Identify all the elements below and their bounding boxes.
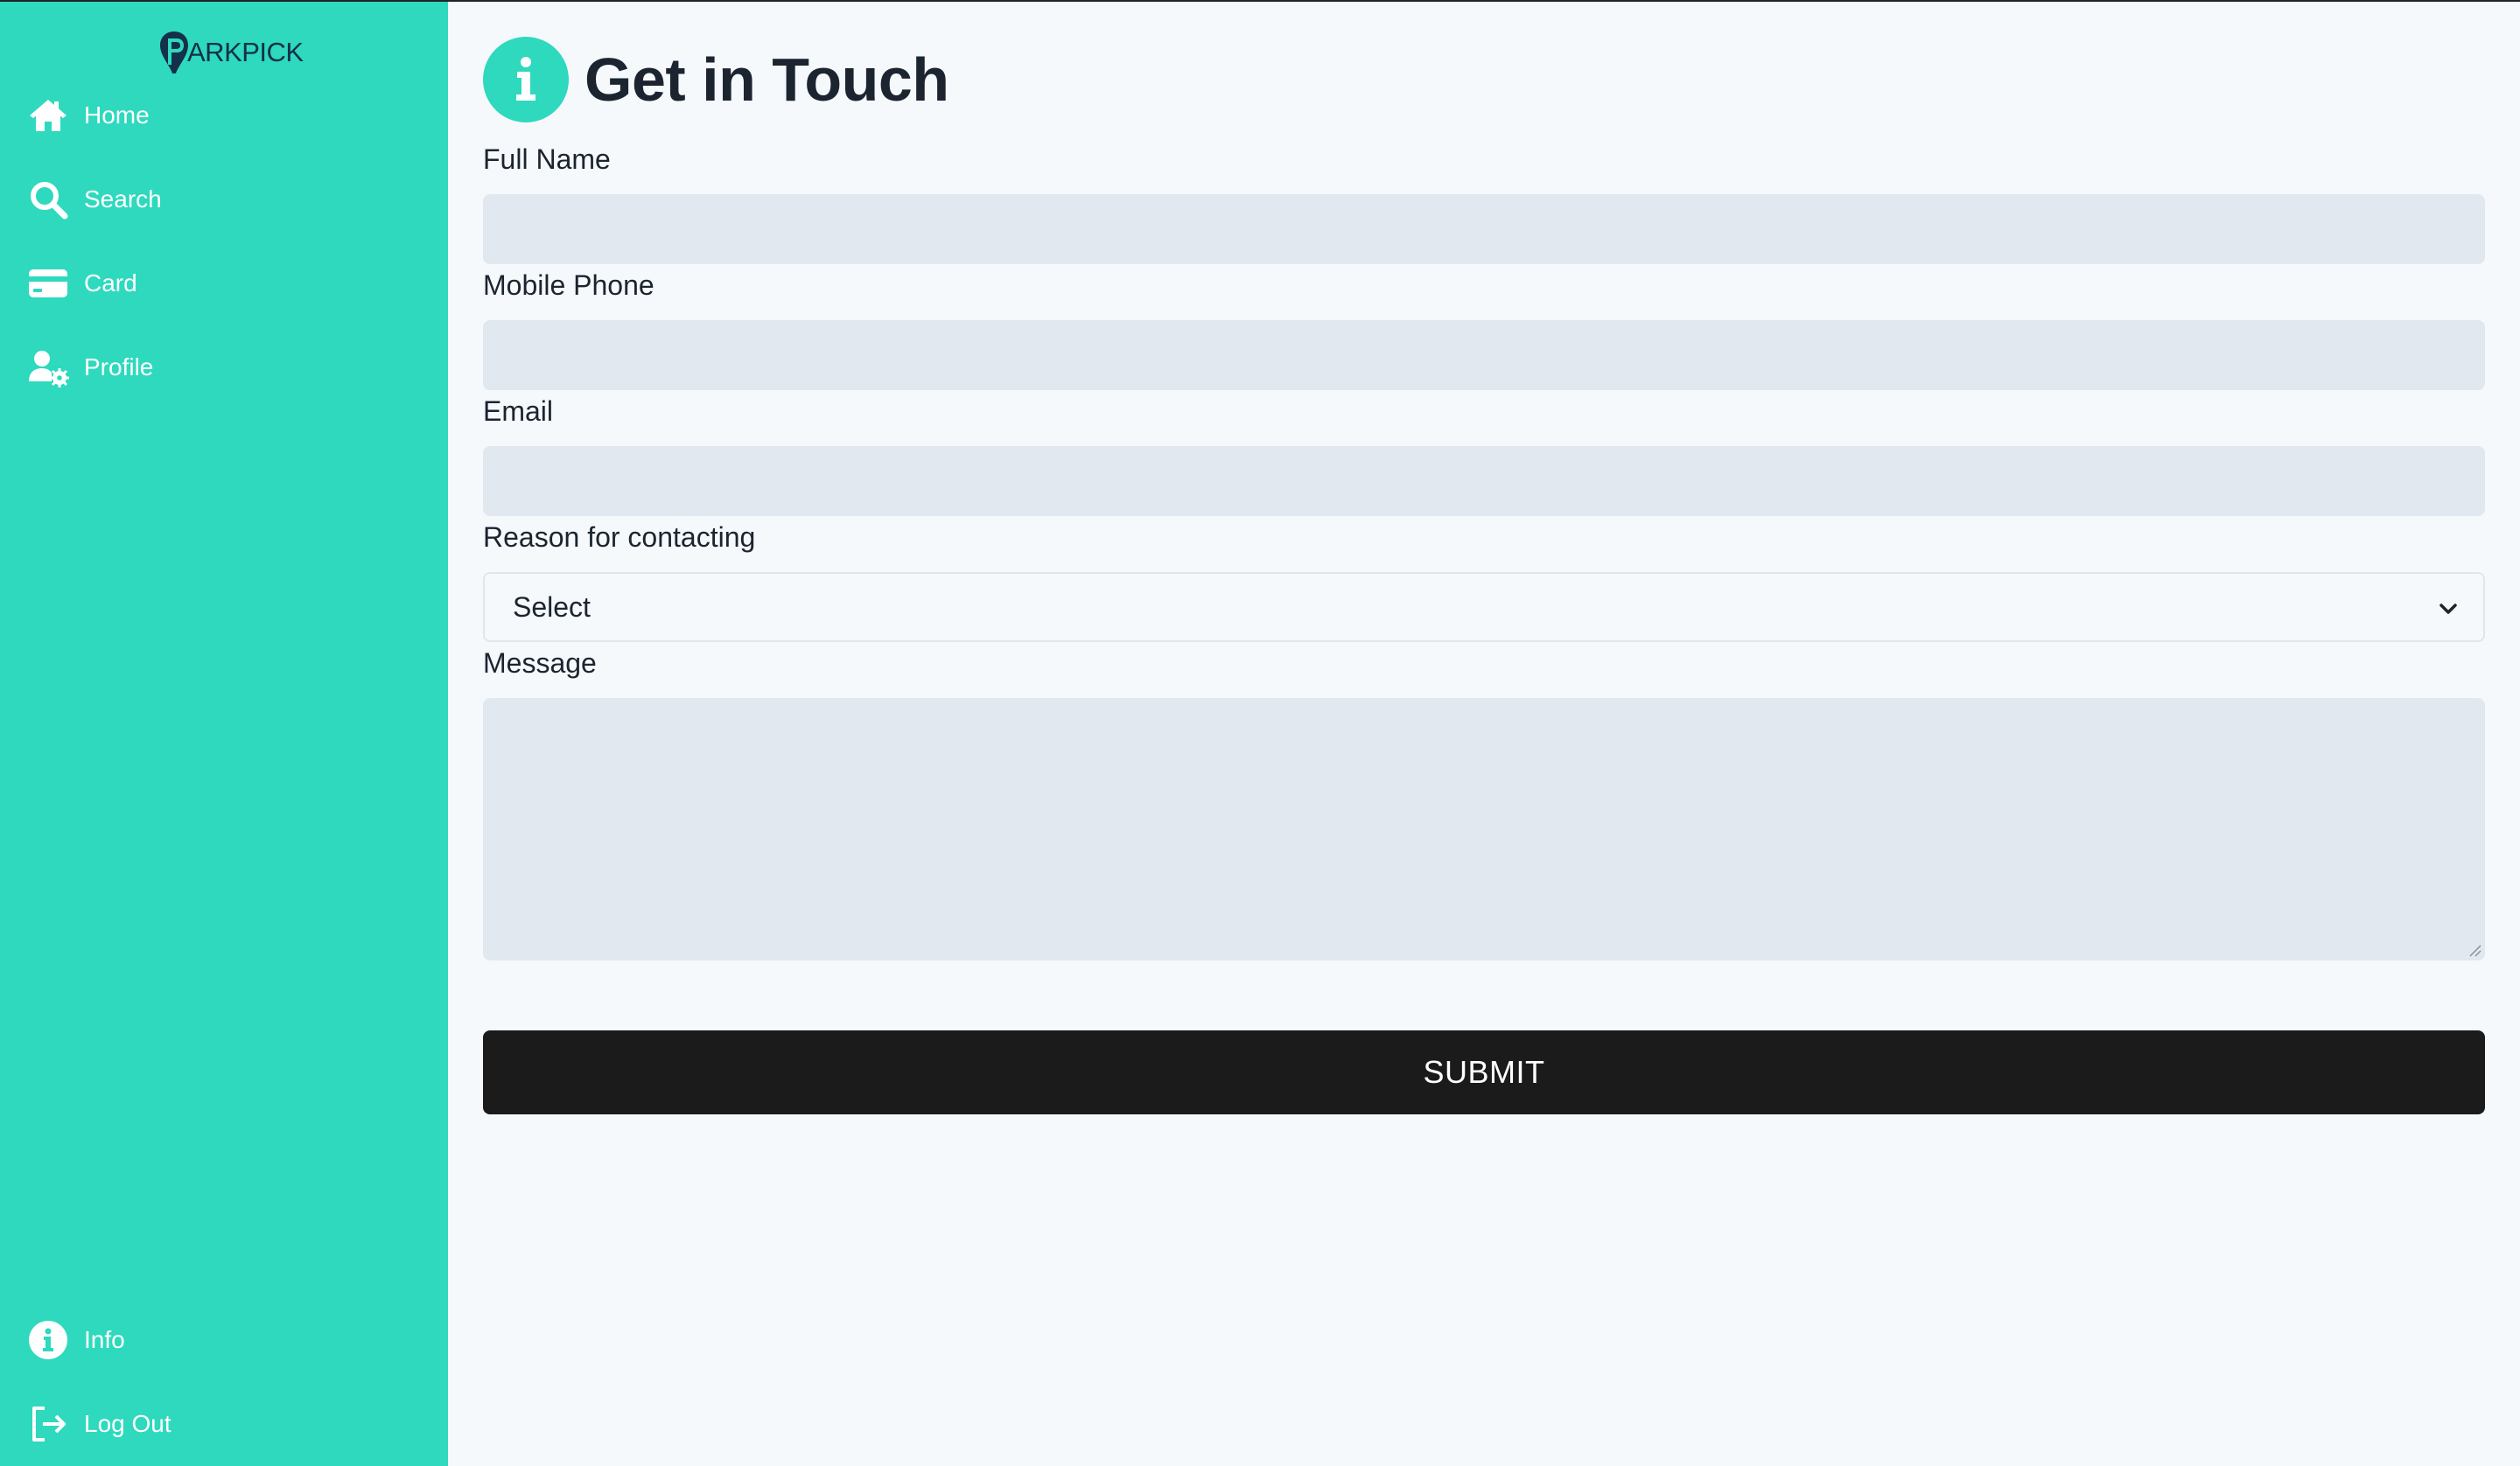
sidebar-item-label: Card [84, 269, 137, 297]
message-textarea[interactable] [483, 698, 2485, 960]
sidebar-item-label: Log Out [84, 1410, 172, 1437]
sidebar-item-label: Profile [84, 353, 154, 380]
message-label: Message [483, 647, 597, 679]
sidebar-item-home[interactable]: Home [26, 93, 150, 138]
full-name-input[interactable] [483, 194, 2485, 264]
sidebar-item-card[interactable]: Card [26, 261, 137, 306]
logout-icon [26, 1402, 70, 1446]
mobile-phone-input[interactable] [483, 320, 2485, 390]
sidebar-item-search[interactable]: Search [26, 177, 162, 222]
page-title: Get in Touch [584, 45, 949, 114]
main-content: Get in Touch Full Name Mobile Phone Emai… [448, 2, 2520, 1466]
sidebar-item-info[interactable]: Info [26, 1317, 125, 1363]
mobile-phone-label: Mobile Phone [483, 269, 654, 301]
submit-button[interactable]: SUBMIT [483, 1030, 2485, 1114]
resize-handle-icon[interactable] [2468, 943, 2482, 957]
sidebar-item-label: Search [84, 185, 162, 213]
page-header: Get in Touch [483, 37, 949, 122]
logo-text: ARKPICK [187, 37, 304, 67]
email-input[interactable] [483, 446, 2485, 516]
sidebar-item-logout[interactable]: Log Out [26, 1401, 172, 1447]
user-settings-icon [26, 346, 70, 389]
sidebar-item-profile[interactable]: Profile [26, 345, 153, 390]
sidebar-item-label: Home [84, 101, 150, 129]
sidebar: ARKPICK Home Search Card Profile Info Lo… [0, 2, 448, 1466]
credit-card-icon [26, 262, 70, 305]
reason-label: Reason for contacting [483, 521, 756, 553]
full-name-label: Full Name [483, 143, 611, 175]
sidebar-item-label: Info [84, 1326, 125, 1353]
home-icon [26, 94, 70, 137]
reason-select[interactable]: Select [483, 572, 2485, 642]
email-label: Email [483, 395, 554, 427]
location-pin-logo-icon [160, 31, 188, 73]
info-icon [26, 1318, 70, 1362]
info-icon [483, 37, 569, 122]
parkpick-logo[interactable]: ARKPICK [158, 30, 304, 75]
chevron-down-icon [2440, 604, 2457, 614]
search-icon [26, 178, 70, 221]
reason-select-value: Select [513, 590, 591, 623]
